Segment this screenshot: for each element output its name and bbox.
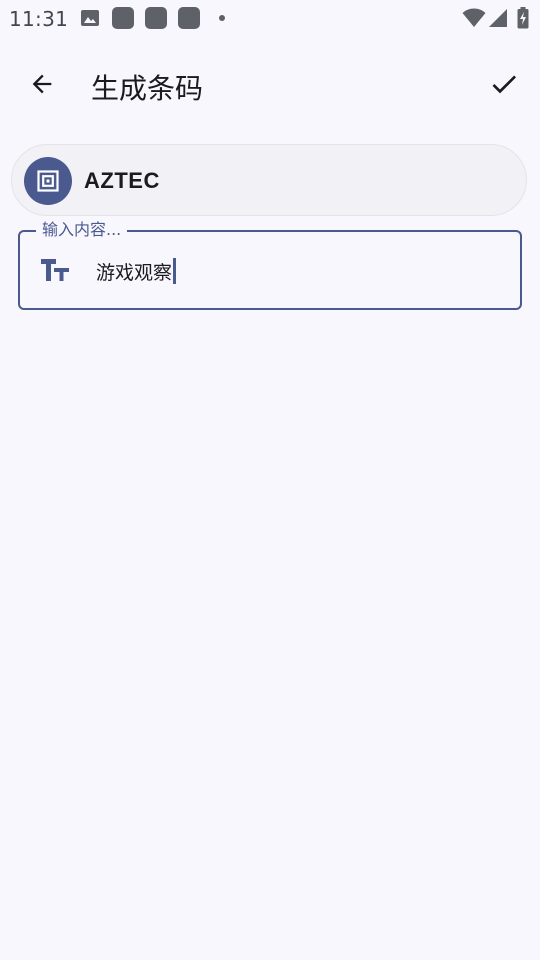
arrow-back-icon	[32, 74, 52, 94]
text-cursor	[173, 258, 176, 284]
top-app-bar: 生成条码	[0, 52, 540, 116]
text-fields-icon	[41, 259, 69, 281]
app-icon	[178, 7, 200, 29]
app-icon	[112, 7, 134, 29]
dot-icon	[219, 15, 225, 21]
wifi-icon	[462, 8, 486, 27]
content-field-label: 输入内容...	[36, 220, 128, 240]
barcode-type-avatar	[24, 157, 72, 205]
confirm-button[interactable]	[484, 64, 524, 104]
barcode-type-label: AZTEC	[84, 168, 160, 193]
content-input-value: 游戏观察	[96, 261, 173, 284]
content-input[interactable]: 游戏观察	[96, 256, 496, 286]
check-icon	[492, 75, 516, 94]
status-time: 11:31	[9, 7, 69, 31]
status-bar: 11:31	[0, 0, 540, 36]
app-icon	[145, 7, 167, 29]
signal-icon	[489, 9, 507, 27]
barcode-type-selector[interactable]: AZTEC	[11, 144, 527, 216]
content-field[interactable]: 输入内容... 游戏观察	[18, 220, 522, 310]
image-icon	[81, 10, 99, 26]
back-button[interactable]	[22, 64, 62, 104]
aztec-code-icon	[37, 170, 59, 192]
battery-charging-icon	[517, 7, 529, 29]
page-title: 生成条码	[91, 72, 204, 105]
